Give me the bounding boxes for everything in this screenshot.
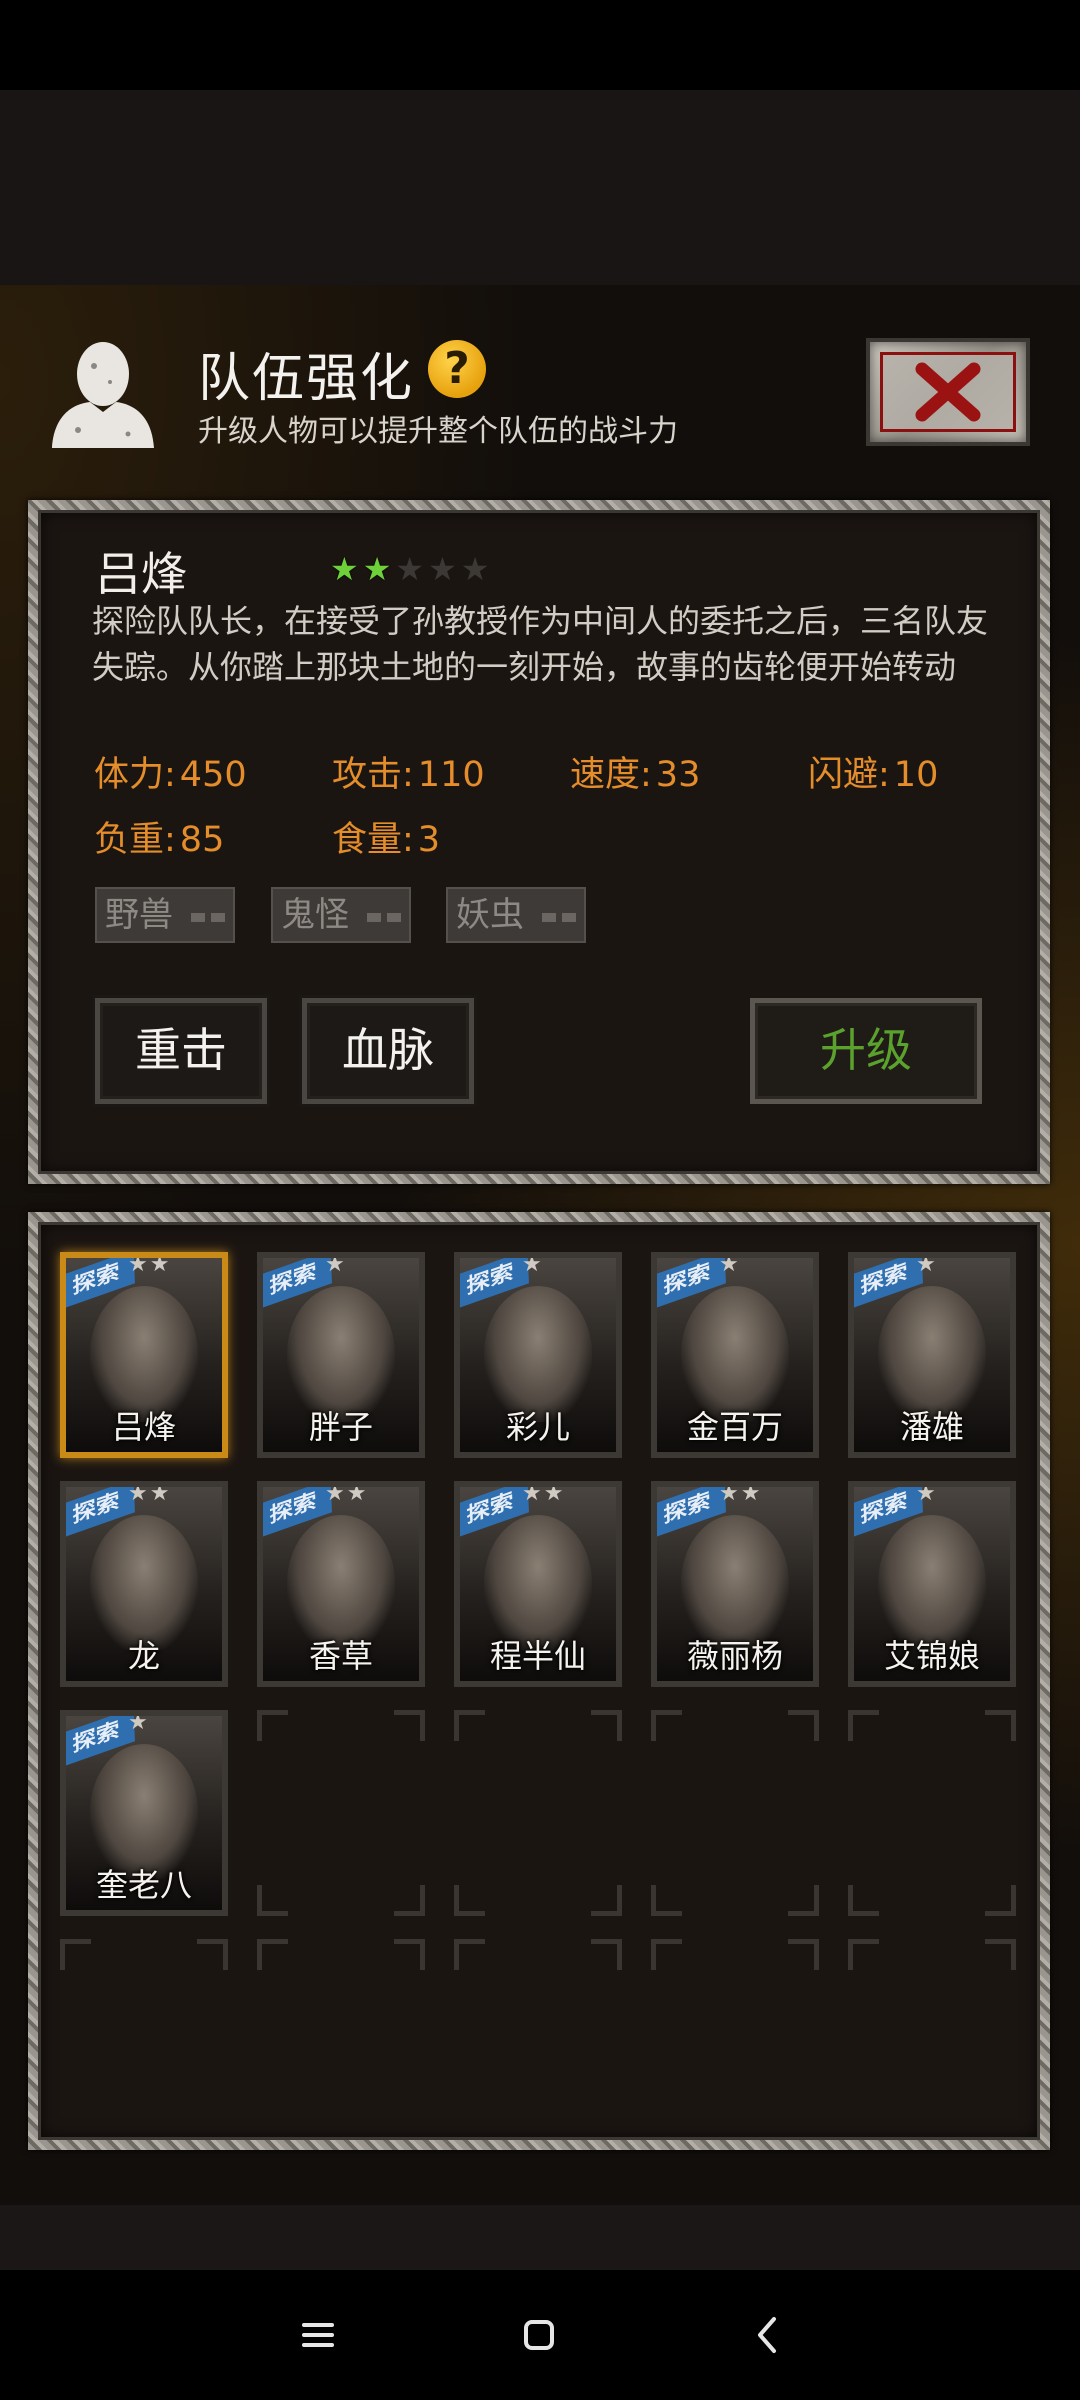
star-empty-icon: ★ — [428, 550, 457, 588]
upgrade-button[interactable]: 升级 — [750, 998, 982, 1104]
back-icon[interactable] — [738, 2305, 798, 2365]
empty-roster-slot — [454, 1939, 622, 2119]
stat-speed: 速度: 33 — [570, 755, 701, 795]
tag-insect: 妖虫 — [446, 887, 586, 943]
card-rating: ★★ — [719, 1481, 763, 1506]
card-rating: ★★ — [128, 1252, 172, 1277]
card-name: 金百万 — [686, 1408, 783, 1446]
card-name: 吕烽 — [111, 1408, 176, 1446]
card-rating: ★★ — [128, 1481, 172, 1506]
stat-stamina: 体力: 450 — [94, 755, 247, 795]
roster-card-chengbanxian[interactable]: 探索 ★★ 程半仙 — [454, 1481, 622, 1687]
card-name: 龙 — [127, 1637, 160, 1675]
person-silhouette-icon — [52, 342, 154, 448]
home-icon[interactable] — [509, 2305, 569, 2365]
stat-food: 食量: 3 — [332, 820, 441, 860]
tag-ghost: 鬼怪 — [271, 887, 411, 943]
roster-card-xiangcao[interactable]: 探索 ★★ 香草 — [257, 1481, 425, 1687]
card-name: 香草 — [308, 1637, 373, 1675]
page-title: 队伍强化 — [198, 349, 415, 409]
roster-card-jinbaiwan[interactable]: 探索 ★ 金百万 — [651, 1252, 819, 1458]
card-name: 彩儿 — [505, 1408, 570, 1446]
card-name: 潘雄 — [899, 1408, 964, 1446]
card-rating: ★ — [522, 1252, 544, 1277]
tag-beast: 野兽 — [95, 887, 235, 943]
card-rating: ★ — [719, 1252, 741, 1277]
roster-card-panxiong[interactable]: 探索 ★ 潘雄 — [848, 1252, 1016, 1458]
stat-attack: 攻击: 110 — [332, 755, 485, 795]
roster-card-kuilaoba[interactable]: 探索 ★ 奎老八 — [60, 1710, 228, 1916]
star-empty-icon: ★ — [460, 550, 490, 588]
stat-dodge: 闪避: 10 — [808, 755, 939, 795]
empty-roster-slot — [651, 1939, 819, 2119]
card-name: 薇丽杨 — [686, 1637, 783, 1675]
star-icon: ★ — [362, 550, 392, 588]
roster-card-weiliyang[interactable]: 探索 ★★ 薇丽杨 — [651, 1481, 819, 1687]
skill-heavy-strike-button[interactable]: 重击 — [95, 998, 267, 1104]
menu-icon[interactable] — [288, 2305, 348, 2365]
empty-roster-slot — [848, 1939, 1016, 2119]
star-icon: ★ — [330, 550, 359, 588]
empty-roster-slot — [257, 1710, 425, 1916]
question-mark-icon[interactable]: ? — [428, 340, 486, 398]
character-name: 吕烽 — [95, 547, 187, 601]
card-rating: ★ — [916, 1252, 938, 1277]
bottom-backdrop — [0, 2205, 1080, 2270]
page-subtitle: 升级人物可以提升整个队伍的战斗力 — [198, 414, 678, 449]
empty-roster-slot — [454, 1710, 622, 1916]
card-name: 胖子 — [308, 1408, 373, 1446]
card-name: 程半仙 — [489, 1637, 586, 1675]
character-rating: ★ ★ ★ ★ ★ — [330, 552, 489, 586]
roster-card-long[interactable]: 探索 ★★ 龙 — [60, 1481, 228, 1687]
empty-roster-slot — [651, 1710, 819, 1916]
card-name: 奎老八 — [95, 1866, 192, 1904]
card-name: 艾锦娘 — [883, 1637, 980, 1675]
empty-roster-slot — [848, 1710, 1016, 1916]
roster-card-caier[interactable]: 探索 ★ 彩儿 — [454, 1252, 622, 1458]
card-rating: ★ — [325, 1252, 347, 1277]
empty-roster-slot — [257, 1939, 425, 2119]
roster-card-lvfeng[interactable]: 探索 ★★ 吕烽 — [60, 1252, 228, 1458]
card-rating: ★ — [128, 1710, 150, 1735]
card-rating: ★ — [916, 1481, 938, 1506]
status-bar — [0, 0, 1080, 90]
roster-card-pangzi[interactable]: 探索 ★ 胖子 — [257, 1252, 425, 1458]
empty-roster-slot — [60, 1939, 228, 2119]
star-empty-icon: ★ — [395, 550, 425, 588]
card-rating: ★★ — [522, 1481, 566, 1506]
character-description: 探险队队长，在接受了孙教授作为中间人的委托之后，三名队友失踪。从你踏上那块土地的… — [92, 602, 989, 686]
card-rating: ★★ — [325, 1481, 369, 1506]
close-icon — [880, 352, 1016, 432]
stat-load: 负重: 85 — [94, 820, 225, 860]
roster-card-aijinniang[interactable]: 探索 ★ 艾锦娘 — [848, 1481, 1016, 1687]
skill-bloodline-button[interactable]: 血脉 — [302, 998, 474, 1104]
top-backdrop — [0, 90, 1080, 285]
close-button[interactable] — [866, 338, 1030, 446]
